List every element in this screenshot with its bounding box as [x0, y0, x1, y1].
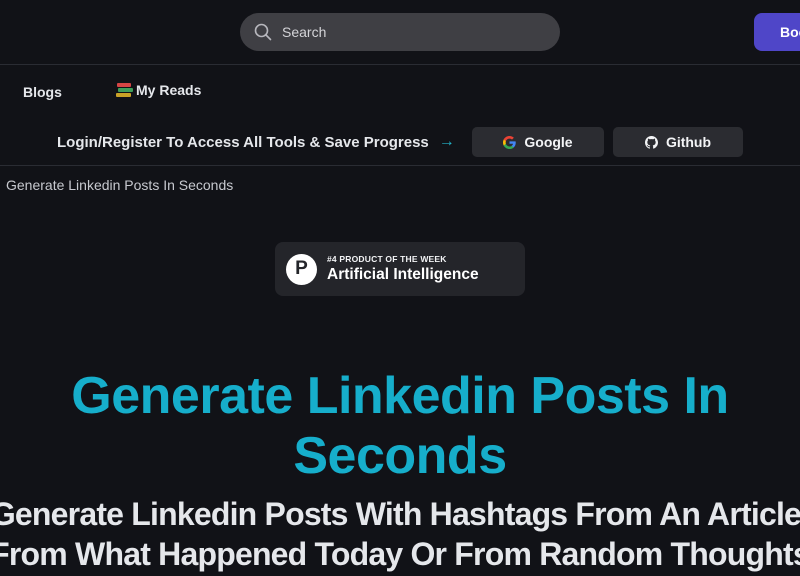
- google-button-label: Google: [524, 134, 573, 150]
- breadcrumb: Generate Linkedin Posts In Seconds: [6, 177, 234, 193]
- login-prompt[interactable]: Login/Register To Access All Tools & Sav…: [57, 133, 455, 151]
- hero-subtitle: Generate Linkedin Posts With Hashtags Fr…: [0, 494, 800, 574]
- product-hunt-badge[interactable]: P #4 PRODUCT OF THE WEEK Artificial Inte…: [275, 242, 525, 296]
- hero-title-line2: Seconds: [293, 427, 507, 485]
- hero-subtitle-line2: From What Happened Today Or From Random …: [0, 536, 800, 572]
- github-button-label: Github: [665, 134, 712, 150]
- github-icon: [644, 135, 658, 149]
- search-icon: [254, 23, 272, 41]
- nav-my-reads-link[interactable]: My Reads: [116, 82, 201, 98]
- my-reads-label: My Reads: [136, 82, 202, 98]
- login-prompt-text: Login/Register To Access All Tools & Sav…: [57, 133, 429, 151]
- google-icon: [503, 135, 517, 149]
- hero-title: Generate Linkedin Posts In Seconds: [0, 366, 800, 486]
- github-login-button[interactable]: Github: [613, 127, 743, 157]
- top-bar: Search Boo: [0, 0, 800, 65]
- hero-subtitle-line1: Generate Linkedin Posts With Hashtags Fr…: [0, 496, 800, 532]
- product-hunt-icon: P: [286, 253, 317, 285]
- header-divider: [0, 165, 800, 166]
- arrow-right-icon: →: [438, 133, 455, 150]
- search-input[interactable]: Search: [240, 13, 560, 51]
- google-login-button[interactable]: Google: [472, 127, 604, 157]
- badge-category-text: Artificial Intelligence: [327, 266, 479, 283]
- badge-rank-text: #4 PRODUCT OF THE WEEK: [327, 254, 447, 264]
- search-placeholder: Search: [282, 24, 327, 40]
- book-button[interactable]: Boo: [754, 13, 800, 51]
- book-button-label: Boo: [780, 24, 800, 40]
- books-icon: [116, 82, 134, 98]
- hero-title-line1: Generate Linkedin Posts In: [71, 367, 729, 425]
- nav-blogs-link[interactable]: Blogs: [23, 84, 62, 100]
